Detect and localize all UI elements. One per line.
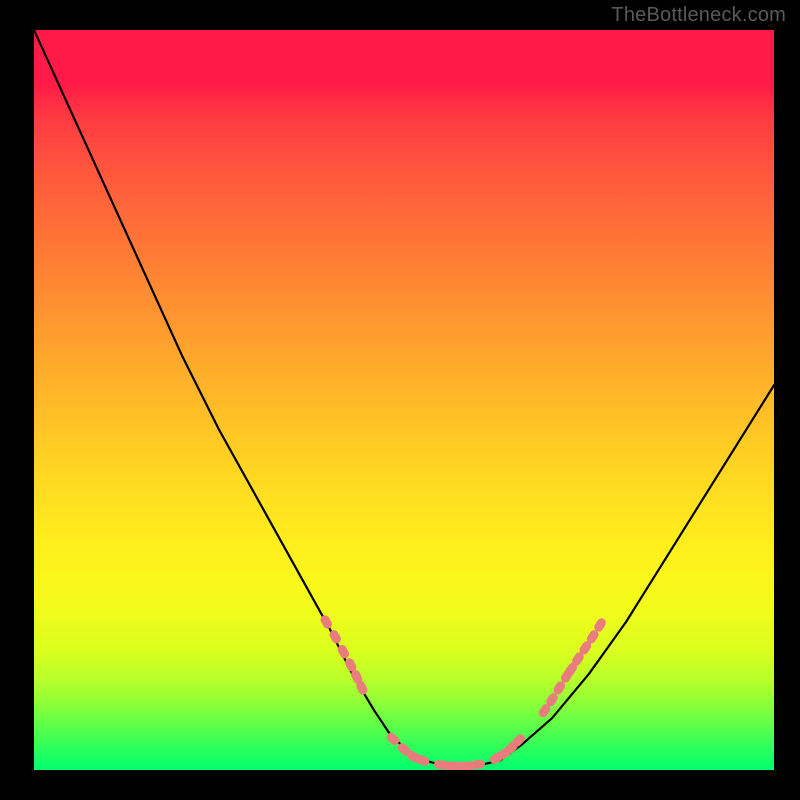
marker-point — [385, 731, 401, 747]
chart-frame: TheBottleneck.com — [0, 0, 800, 800]
bottleneck-curve — [34, 30, 774, 766]
marker-group — [319, 614, 608, 770]
marker-point — [319, 614, 334, 631]
marker-point — [470, 759, 485, 770]
watermark-text: TheBottleneck.com — [611, 4, 786, 27]
bottleneck-chart — [34, 30, 774, 770]
